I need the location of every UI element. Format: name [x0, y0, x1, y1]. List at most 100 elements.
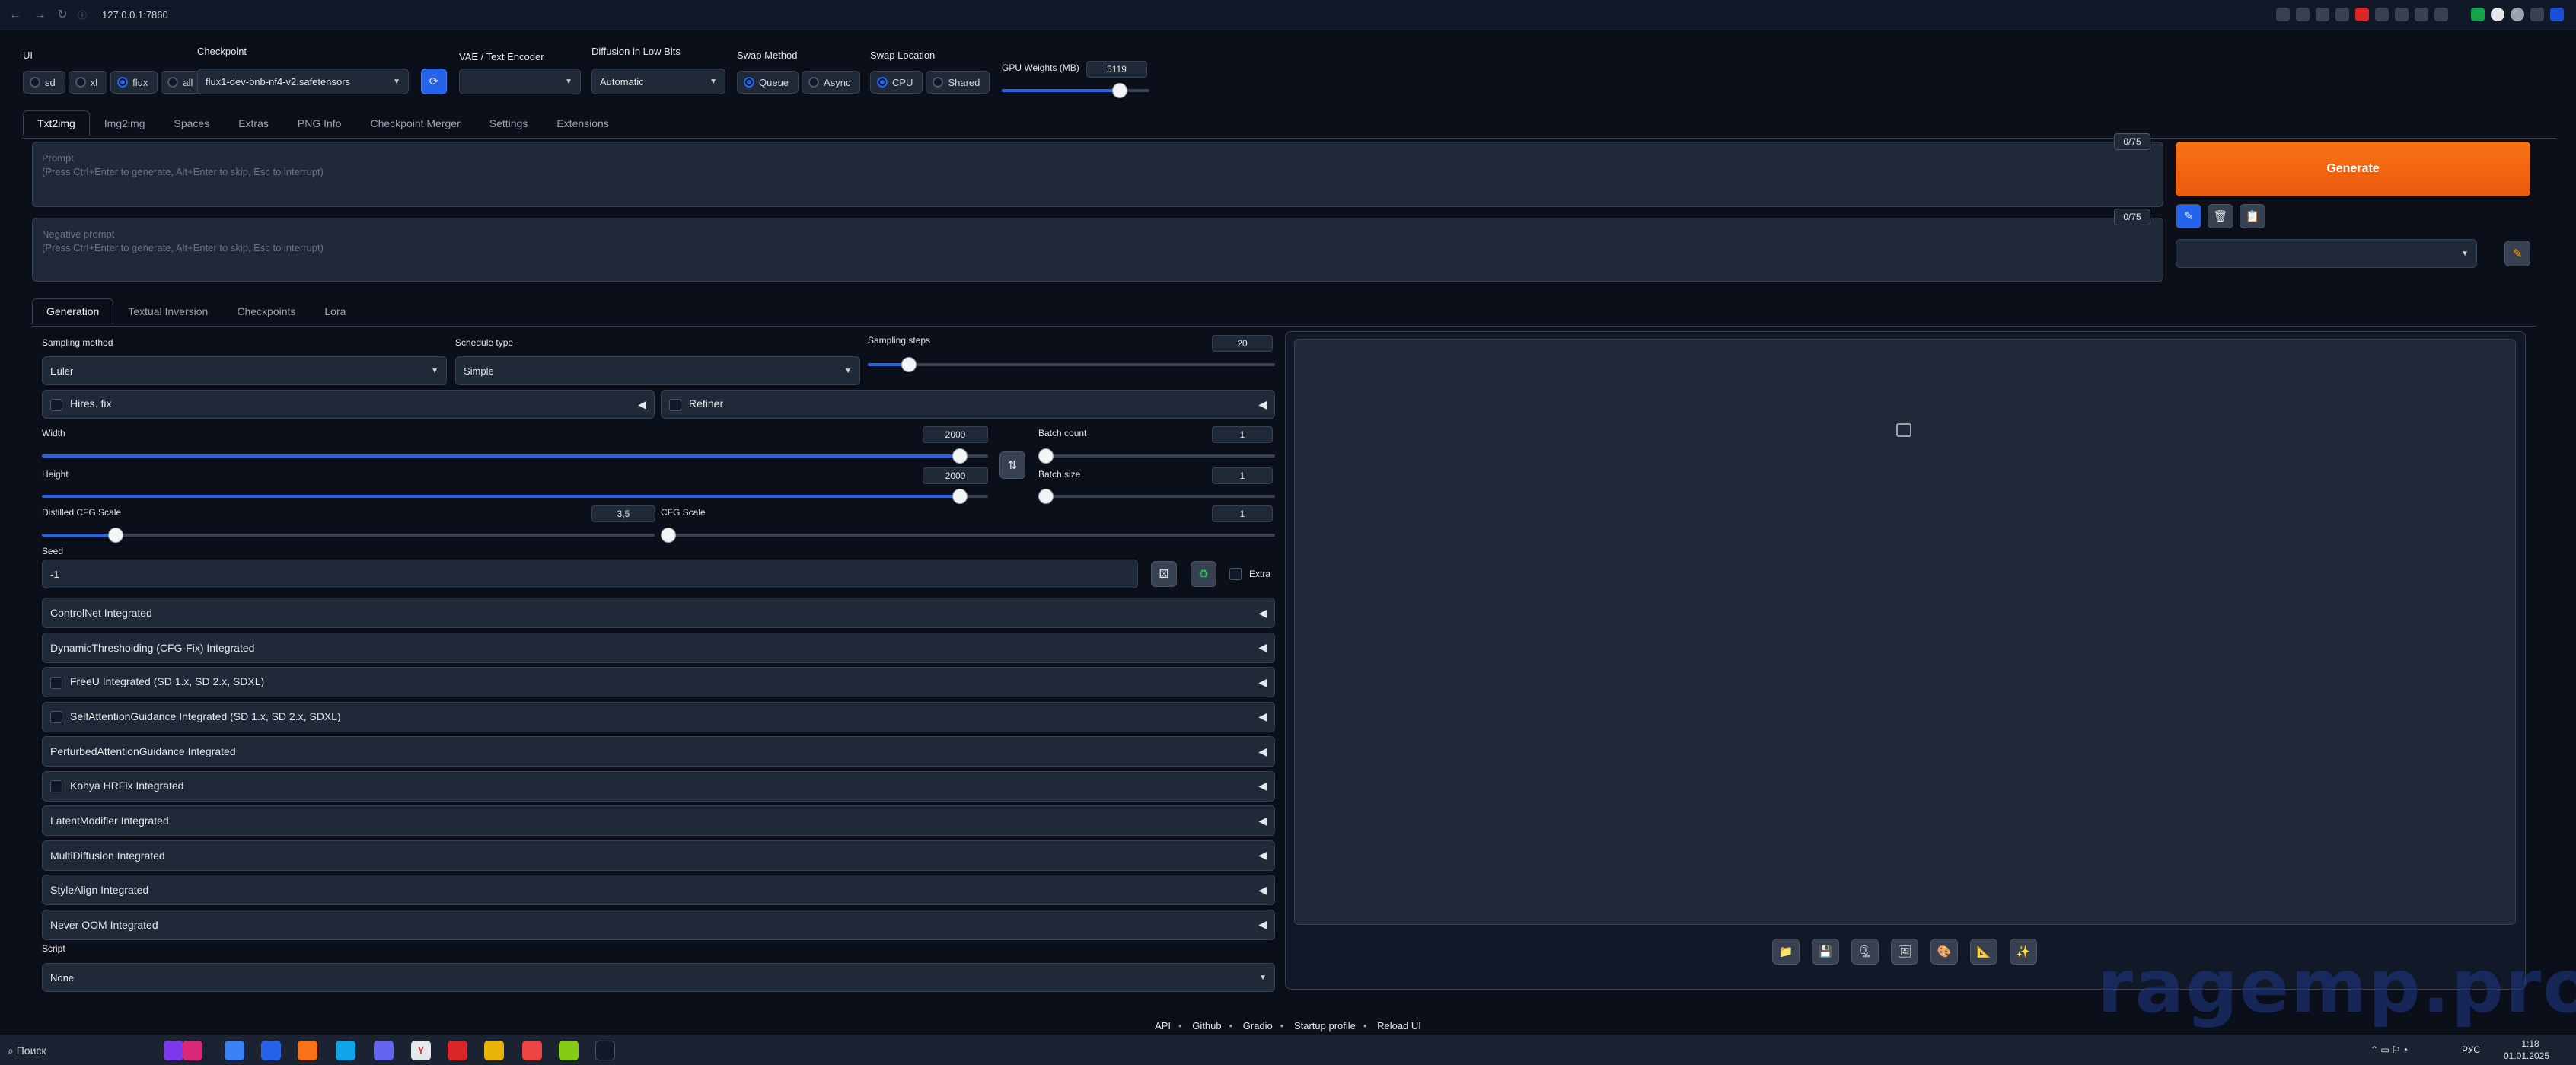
extension-enable-checkbox[interactable]	[50, 676, 62, 689]
discord-icon[interactable]	[374, 1041, 394, 1060]
taskbar-app-icon[interactable]	[183, 1041, 202, 1060]
reuse-seed-button[interactable]: ♻	[1191, 561, 1216, 587]
open-folder-button[interactable]: 📁	[1772, 939, 1800, 965]
extension-accordion[interactable]: PerturbedAttentionGuidance Integrated ◀	[42, 736, 1275, 767]
extension-icon[interactable]	[2296, 8, 2310, 21]
random-seed-button[interactable]: ⚄	[1151, 561, 1177, 587]
extension-icon[interactable]	[2415, 8, 2428, 21]
swap-location-shared[interactable]: Shared	[926, 71, 990, 94]
height-input[interactable]: 2000	[923, 467, 988, 484]
extension-icon[interactable]	[2316, 8, 2329, 21]
generate-button[interactable]: Generate	[2176, 142, 2530, 196]
diffusion-select[interactable]: Automatic ▼	[591, 69, 725, 94]
extension-icon[interactable]	[2511, 8, 2524, 21]
keyboard-language[interactable]: РУС	[2462, 1044, 2480, 1055]
extra-checkbox[interactable]	[1229, 568, 1242, 580]
browser-icon[interactable]	[448, 1041, 467, 1060]
edit-styles-button[interactable]: ✎	[2504, 241, 2530, 266]
reload-icon[interactable]: ↻	[53, 6, 72, 24]
width-slider[interactable]	[42, 448, 988, 464]
prompt-textarea[interactable]: Prompt (Press Ctrl+Enter to generate, Al…	[32, 142, 2163, 207]
refiner-checkbox[interactable]	[669, 398, 681, 411]
extension-accordion[interactable]: SelfAttentionGuidance Integrated (SD 1.x…	[42, 701, 1275, 732]
downloads-icon[interactable]	[2375, 8, 2389, 21]
footer-link-startup-profile[interactable]: Startup profile	[1294, 1020, 1356, 1032]
extension-accordion[interactable]: DynamicThresholding (CFG-Fix) Integrated…	[42, 632, 1275, 663]
sampling-method-select[interactable]: Euler ▼	[42, 356, 447, 385]
batch-size-input[interactable]: 1	[1212, 467, 1273, 484]
schedule-type-select[interactable]: Simple ▼	[455, 356, 860, 385]
terminal-icon[interactable]	[595, 1041, 615, 1060]
extension-accordion[interactable]: MultiDiffusion Integrated ◀	[42, 840, 1275, 871]
folder-icon[interactable]	[484, 1041, 504, 1060]
footer-link-api[interactable]: API	[1155, 1020, 1171, 1032]
extension-accordion[interactable]: FreeU Integrated (SD 1.x, SD 2.x, SDXL) ◀	[42, 667, 1275, 697]
clock-date[interactable]: 01.01.2025	[2496, 1051, 2557, 1061]
apply-styles-button[interactable]: ✎	[2176, 204, 2201, 228]
refiner-accordion[interactable]: Refiner ◀	[661, 390, 1275, 419]
cfg-scale-input[interactable]: 1	[1212, 505, 1273, 522]
tab-spaces[interactable]: Spaces	[159, 110, 224, 136]
tab-txt2img[interactable]: Txt2img	[23, 110, 90, 136]
tab-checkpoints[interactable]: Checkpoints	[222, 298, 310, 324]
seed-input[interactable]: -1	[42, 560, 1138, 588]
footer-link-github[interactable]: Github	[1192, 1020, 1221, 1032]
address-bar[interactable]: 127.0.0.1:7860	[102, 6, 168, 24]
batch-count-input[interactable]: 1	[1212, 426, 1273, 443]
profile-icon[interactable]	[2434, 8, 2448, 21]
gpu-weights-input[interactable]: 5119	[1086, 61, 1147, 78]
taskbar-search[interactable]: ⌕ Поиск	[8, 1041, 46, 1060]
extension-icon[interactable]	[2395, 8, 2409, 21]
swap-method-queue[interactable]: Queue	[737, 71, 799, 94]
extension-accordion[interactable]: LatentModifier Integrated ◀	[42, 805, 1275, 836]
tab-checkpoint-merger[interactable]: Checkpoint Merger	[355, 110, 474, 136]
refresh-checkpoint-button[interactable]: ⟳	[421, 69, 447, 94]
tab-settings[interactable]: Settings	[475, 110, 543, 136]
ui-option-flux[interactable]: flux	[110, 71, 158, 94]
distilled-cfg-slider[interactable]	[42, 528, 655, 543]
extension-enable-checkbox[interactable]	[50, 780, 62, 793]
upscale-button[interactable]: ✨	[2010, 939, 2037, 965]
cfg-scale-slider[interactable]	[661, 528, 1275, 543]
send-to-extras-button[interactable]: 📐	[1970, 939, 1997, 965]
sampling-steps-slider[interactable]	[868, 357, 1275, 372]
vae-select[interactable]: ▼	[459, 69, 581, 94]
tab-extensions[interactable]: Extensions	[542, 110, 623, 136]
footer-link-gradio[interactable]: Gradio	[1243, 1020, 1273, 1032]
menu-icon[interactable]	[2550, 8, 2564, 21]
gpu-weights-slider[interactable]	[1002, 83, 1149, 98]
negative-prompt-textarea[interactable]: Negative prompt (Press Ctrl+Enter to gen…	[32, 218, 2163, 282]
extension-accordion[interactable]: Kohya HRFix Integrated ◀	[42, 770, 1275, 802]
script-select[interactable]: None ▼	[42, 963, 1275, 992]
extra-seed-toggle[interactable]: Extra	[1229, 568, 1270, 580]
batch-size-slider[interactable]	[1038, 489, 1275, 504]
swap-location-cpu[interactable]: CPU	[870, 71, 923, 94]
hires-fix-accordion[interactable]: Hires. fix ◀	[42, 390, 655, 419]
height-slider[interactable]	[42, 489, 988, 504]
extension-icon[interactable]	[2276, 8, 2290, 21]
ui-option-sd[interactable]: sd	[23, 71, 65, 94]
tab-img2img[interactable]: Img2img	[90, 110, 160, 136]
taskbar-app-icon[interactable]	[298, 1041, 317, 1060]
swap-dimensions-button[interactable]: ⇅	[999, 451, 1025, 479]
taskbar-app-icon[interactable]	[225, 1041, 244, 1060]
extension-icon[interactable]	[2335, 8, 2349, 21]
tab-lora[interactable]: Lora	[310, 298, 360, 324]
extension-accordion[interactable]: StyleAlign Integrated ◀	[42, 875, 1275, 905]
taskbar-app-icon[interactable]	[261, 1041, 281, 1060]
back-icon[interactable]: ←	[6, 6, 24, 24]
clock-time[interactable]: 1:18	[2504, 1038, 2557, 1049]
extension-enable-checkbox[interactable]	[50, 711, 62, 724]
extension-icon[interactable]	[2471, 8, 2485, 21]
tab-png-info[interactable]: PNG Info	[283, 110, 356, 136]
tab-generation[interactable]: Generation	[32, 298, 114, 324]
site-info-icon[interactable]: ⓘ	[73, 6, 91, 24]
batch-count-slider[interactable]	[1038, 448, 1275, 464]
extension-accordion[interactable]: Never OOM Integrated ◀	[42, 909, 1275, 940]
clear-prompt-button[interactable]: 🗑	[2208, 204, 2233, 228]
taskbar-app-icon[interactable]	[336, 1041, 355, 1060]
extension-accordion[interactable]: ControlNet Integrated ◀	[42, 598, 1275, 628]
width-input[interactable]: 2000	[923, 426, 988, 443]
tab-textual-inversion[interactable]: Textual Inversion	[113, 298, 222, 324]
tab-extras[interactable]: Extras	[224, 110, 283, 136]
